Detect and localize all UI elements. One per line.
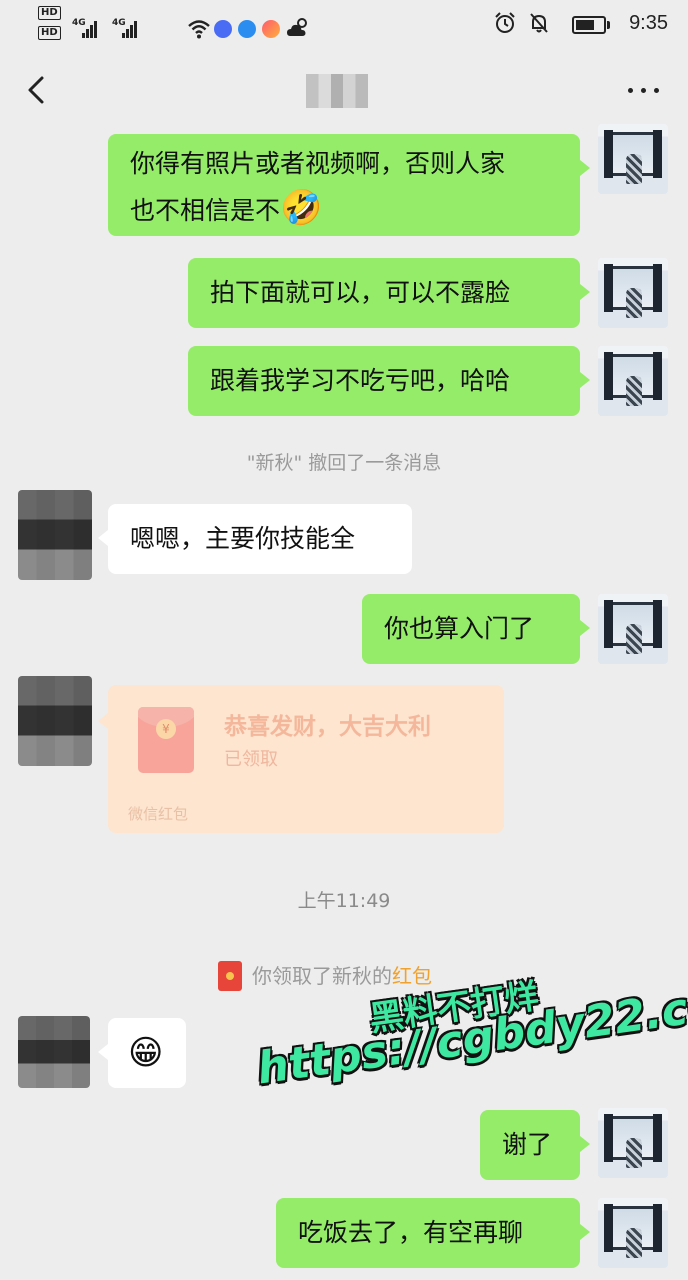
contact-avatar-blurred[interactable] [18, 676, 92, 766]
signal-icon-2: 4G [112, 18, 137, 38]
message-text: 也不相信是不 [130, 196, 281, 225]
browser-app-icon [238, 20, 256, 38]
my-avatar[interactable] [598, 1108, 668, 1178]
message-text: 你得有照片或者视频啊，否则人家 [130, 149, 506, 178]
my-avatar[interactable] [598, 594, 668, 664]
red-packet-mini-icon [218, 961, 242, 991]
message-text: 嗯嗯，主要你技能全 [130, 524, 356, 553]
message-text: 谢了 [502, 1130, 553, 1159]
grin-emoji-icon: 😁 [128, 1033, 164, 1073]
weather-cloud-icon [287, 18, 307, 36]
wifi-icon [188, 20, 210, 39]
status-bar: HD HD 4G 4G 9:35 [0, 0, 688, 50]
rofl-emoji-icon: 🤣 [280, 188, 323, 228]
recall-notice: "新秋" 撤回了一条消息 [246, 452, 442, 474]
red-envelope-icon: ¥ [138, 707, 194, 773]
red-packet-status: 已领取 [224, 749, 278, 770]
message-bubble-sent[interactable]: 吃饭去了，有空再聊 [276, 1198, 590, 1268]
my-avatar[interactable] [598, 346, 668, 416]
chat-header: ██ [0, 50, 688, 130]
alarm-icon [495, 12, 515, 33]
signal-icon-1: 4G [72, 18, 97, 38]
message-bubble-sent[interactable]: 你得有照片或者视频啊，否则人家 也不相信是不🤣 [108, 134, 590, 236]
my-avatar[interactable] [598, 1198, 668, 1268]
message-bubble-received[interactable]: 😁 [98, 1018, 186, 1088]
mute-bell-icon [530, 13, 548, 33]
message-bubble-sent[interactable]: 谢了 [480, 1110, 590, 1180]
message-text: 你也算入门了 [384, 614, 535, 643]
red-packet-title: 恭喜发财，大吉大利 [224, 714, 431, 740]
contact-avatar-blurred[interactable] [18, 1016, 90, 1088]
battery-icon [572, 16, 610, 34]
message-bubble-sent[interactable]: 跟着我学习不吃亏吧，哈哈 [188, 346, 590, 416]
video-app-icon [262, 20, 280, 38]
chat-title-blurred: ██ [306, 74, 368, 108]
more-options-icon[interactable] [624, 74, 664, 106]
clock: 9:35 [629, 12, 668, 34]
red-packet-footer: 微信红包 [128, 805, 189, 823]
message-text: 跟着我学习不吃亏吧，哈哈 [210, 366, 511, 395]
contact-avatar-blurred[interactable] [18, 490, 92, 580]
red-packet-card[interactable]: ¥ 恭喜发财，大吉大利 已领取 微信红包 [98, 685, 504, 833]
hd-badge-1: HD [38, 6, 61, 20]
message-bubble-sent[interactable]: 拍下面就可以，可以不露脸 [188, 258, 590, 328]
my-avatar[interactable] [598, 258, 668, 328]
back-chevron-icon[interactable] [20, 70, 60, 110]
message-bubble-sent[interactable]: 你也算入门了 [362, 594, 590, 664]
timestamp: 上午11:49 [297, 890, 391, 912]
message-text: 拍下面就可以，可以不露脸 [210, 278, 511, 307]
music-app-icon [214, 20, 232, 38]
hd-badge-2: HD [38, 26, 61, 40]
message-bubble-received[interactable]: 嗯嗯，主要你技能全 [98, 504, 412, 574]
message-text: 吃饭去了，有空再聊 [298, 1218, 524, 1247]
my-avatar[interactable] [598, 124, 668, 194]
